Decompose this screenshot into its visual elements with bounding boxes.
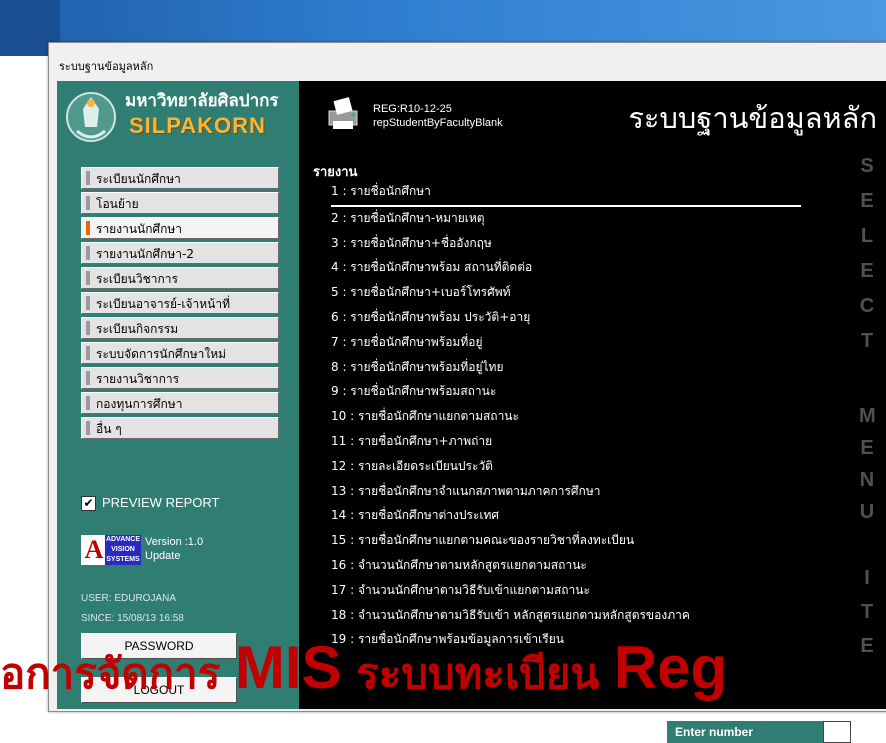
menu-item[interactable]: ระเบียนนักศึกษา: [81, 167, 279, 189]
report-item[interactable]: 9 : รายชื่อนักศึกษาพร้อมสถานะ: [331, 380, 801, 405]
report-item[interactable]: 8 : รายชื่อนักศึกษาพร้อมที่อยู่ไทย: [331, 356, 801, 381]
menu-item[interactable]: อื่น ๆ: [81, 417, 279, 439]
vendor-logo: A ADVANCE VISION SYSTEMS Version :1.0 Up…: [81, 533, 241, 569]
vendor-badge-line: VISION: [111, 546, 135, 553]
user-label: USER: EDUROJANA: [81, 593, 177, 604]
left-panel: มหาวิทยาลัยศิลปากร SILPAKORN ระเบียนนักศ…: [57, 81, 299, 709]
university-emblem-icon: [66, 92, 116, 142]
report-item[interactable]: 14 : รายชื่อนักศึกษาต่างประเทศ: [331, 504, 801, 529]
update-text: Update: [145, 550, 181, 562]
vendor-letter-icon: A: [81, 535, 107, 565]
menu-item[interactable]: ระเบียนกิจกรรม: [81, 317, 279, 339]
side-letter: E: [860, 260, 874, 282]
side-letter: E: [860, 437, 874, 459]
report-item[interactable]: 13 : รายชื่อนักศึกษาจำแนกสภาพตามภาคการศึ…: [331, 480, 801, 505]
side-letter: S: [860, 155, 874, 177]
vendor-badge-line: SYSTEMS: [106, 556, 140, 563]
report-item[interactable]: 16 : จำนวนนักศึกษาตามหลักสูตรแยกตามสถานะ: [331, 554, 801, 579]
report-item[interactable]: 17 : จำนวนนักศึกษาตามวิธีรับเข้าแยกตามสถ…: [331, 579, 801, 604]
report-code: REG:R10-12-25: [373, 103, 452, 115]
side-letter: L: [860, 225, 874, 247]
menu-item[interactable]: โอนย้าย: [81, 192, 279, 214]
side-letter: M: [859, 405, 876, 427]
report-item[interactable]: 5 : รายชื่อนักศึกษา+เบอร์โทรศัพท์: [331, 281, 801, 306]
report-item[interactable]: 18 : จำนวนนักศึกษาตามวิธีรับเข้า หลักสูต…: [331, 604, 801, 629]
caption-thai-1: อการจัดการ: [0, 649, 235, 698]
side-letter: T: [860, 330, 874, 352]
preview-report-checkbox[interactable]: ✔: [81, 496, 96, 512]
caption-reg: Reg: [613, 634, 728, 701]
main-menu: ระเบียนนักศึกษาโอนย้ายรายงานนักศึกษารายง…: [81, 167, 279, 442]
report-item[interactable]: 7 : รายชื่อนักศึกษาพร้อมที่อยู่: [331, 331, 801, 356]
report-item[interactable]: 10 : รายชื่อนักศึกษาแยกตามสถานะ: [331, 405, 801, 430]
vendor-badge-line: ADVANCE: [105, 536, 141, 543]
menu-item[interactable]: ระเบียนวิชาการ: [81, 267, 279, 289]
side-letter: E: [860, 190, 874, 212]
app-window: ระบบฐานข้อมูลหลัก มหาวิทยาลัยศิลปากร SIL…: [48, 42, 886, 743]
report-item[interactable]: 2 : รายชื่อนักศึกษา-หมายเหตุ: [331, 207, 801, 232]
report-item[interactable]: 11 : รายชื่อนักศึกษา+ภาพถ่าย: [331, 430, 801, 455]
side-letter: C: [859, 295, 875, 317]
report-header: REG:R10-12-25 repStudentByFacultyBlank ร…: [299, 81, 886, 149]
menu-item[interactable]: กองทุนการศึกษา: [81, 392, 279, 414]
university-name-english: SILPAKORN: [129, 113, 266, 138]
report-list: 1 : รายชื่อนักศึกษา 2 : รายชื่อนักศึกษา-ห…: [331, 180, 801, 653]
enter-number-input[interactable]: [823, 721, 851, 743]
menu-item[interactable]: ระบบจัดการนักศึกษาใหม่: [81, 342, 279, 364]
caption-thai-2: ระบบทะเบียน: [341, 649, 614, 698]
menu-item[interactable]: ระเบียนอาจารย์-เจ้าหน้าที่: [81, 292, 279, 314]
preview-report-option[interactable]: ✔ PREVIEW REPORT: [81, 495, 220, 512]
report-item[interactable]: 12 : รายละเอียดระเบียนประวัติ: [331, 455, 801, 480]
side-letter: T: [860, 601, 874, 623]
menu-item[interactable]: รายงานนักศึกษา: [81, 217, 279, 239]
since-label: SINCE: 15/08/13 16:58: [81, 613, 184, 624]
version-text: Version :1.0: [145, 536, 204, 548]
preview-report-label: PREVIEW REPORT: [102, 495, 220, 510]
enter-number-label: Enter number: [667, 721, 823, 743]
university-logo: มหาวิทยาลัยศิลปากร SILPAKORN: [57, 81, 299, 149]
report-item[interactable]: 6 : รายชื่อนักศึกษาพร้อม ประวัติ+อายุ: [331, 306, 801, 331]
side-letter: N: [859, 469, 875, 491]
report-item[interactable]: 3 : รายชื่อนักศึกษา+ชื่ออังกฤษ: [331, 232, 801, 257]
app-canvas: มหาวิทยาลัยศิลปากร SILPAKORN ระเบียนนักศ…: [57, 81, 886, 743]
report-item[interactable]: 15 : รายชื่อนักศึกษาแยกตามคณะของรายวิชาท…: [331, 529, 801, 554]
version-info: Version :1.0 Update: [145, 535, 203, 563]
report-panel: รายงาน 1 : รายชื่อนักศึกษา 2 : รายชื่อนัก…: [299, 149, 847, 709]
side-letter: I: [864, 567, 870, 589]
slide-caption: อการจัดการ MIS ระบบทะเบียน Reg: [0, 628, 886, 708]
university-name-thai: มหาวิทยาลัยศิลปากร: [125, 91, 279, 111]
report-item[interactable]: 1 : รายชื่อนักศึกษา: [331, 180, 801, 207]
caption-mis: MIS: [234, 634, 342, 701]
session-info: USER: EDUROJANA SINCE: 15/08/13 16:58: [81, 589, 184, 629]
printer-icon: [328, 97, 358, 129]
side-letter-strip: SELECTMENUITE: [847, 149, 886, 709]
menu-item[interactable]: รายงานนักศึกษา-2: [81, 242, 279, 264]
side-letter: U: [859, 501, 875, 523]
header-title: ระบบฐานข้อมูลหลัก: [628, 101, 877, 135]
menu-item[interactable]: รายงานวิชาการ: [81, 367, 279, 389]
reports-heading: รายงาน: [313, 165, 358, 180]
vendor-badge: ADVANCE VISION SYSTEMS: [105, 535, 141, 565]
report-item[interactable]: 4 : รายชื่อนักศึกษาพร้อม สถานที่ติดต่อ: [331, 256, 801, 281]
window-title: ระบบฐานข้อมูลหลัก: [59, 60, 154, 73]
report-name: repStudentByFacultyBlank: [373, 117, 503, 129]
